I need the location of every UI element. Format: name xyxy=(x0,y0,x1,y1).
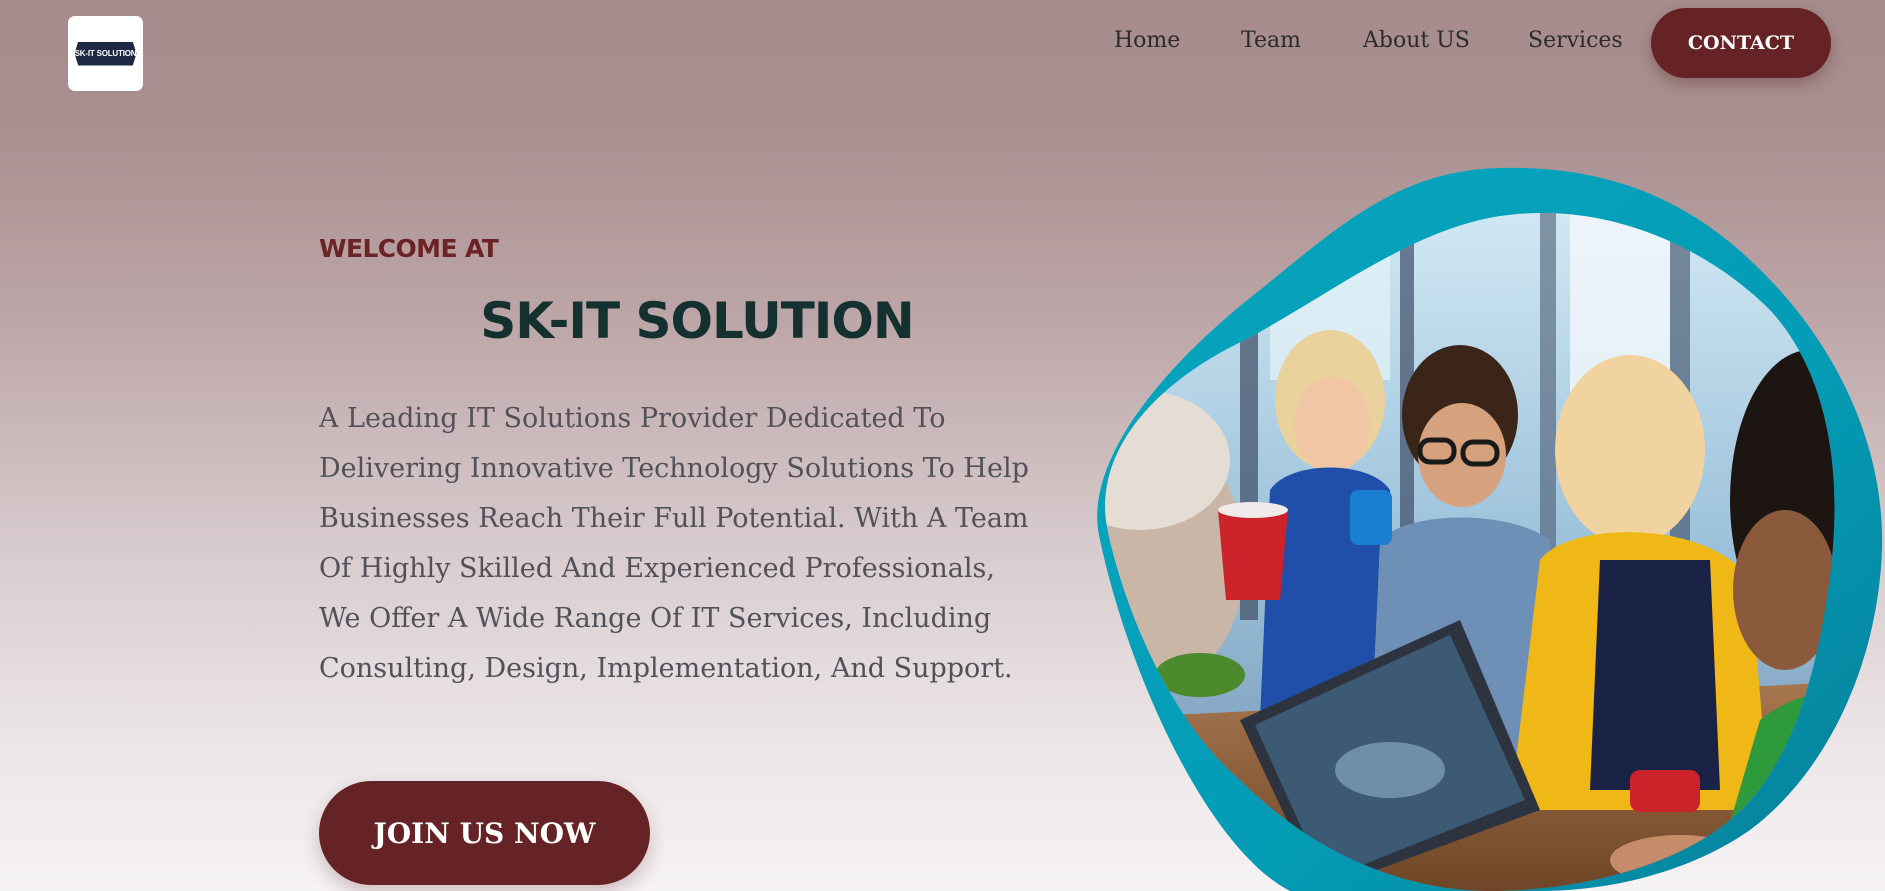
hero-image xyxy=(1097,167,1883,891)
nav-home[interactable]: Home xyxy=(1114,28,1180,53)
logo[interactable]: SK-IT SOLUTION xyxy=(68,16,143,91)
hero-eyebrow: WELCOME AT xyxy=(319,234,499,263)
nav-services[interactable]: Services xyxy=(1528,28,1623,53)
hero-title: SK-IT SOLUTION xyxy=(480,292,915,350)
logo-badge: SK-IT SOLUTION xyxy=(74,41,137,66)
contact-button[interactable]: CONTACT xyxy=(1651,8,1831,78)
join-us-button[interactable]: JOIN US NOW xyxy=(319,781,650,885)
hero-description: A Leading IT Solutions Provider Dedicate… xyxy=(319,403,1029,684)
nav-about[interactable]: About US xyxy=(1363,28,1470,53)
nav-team[interactable]: Team xyxy=(1241,28,1301,53)
